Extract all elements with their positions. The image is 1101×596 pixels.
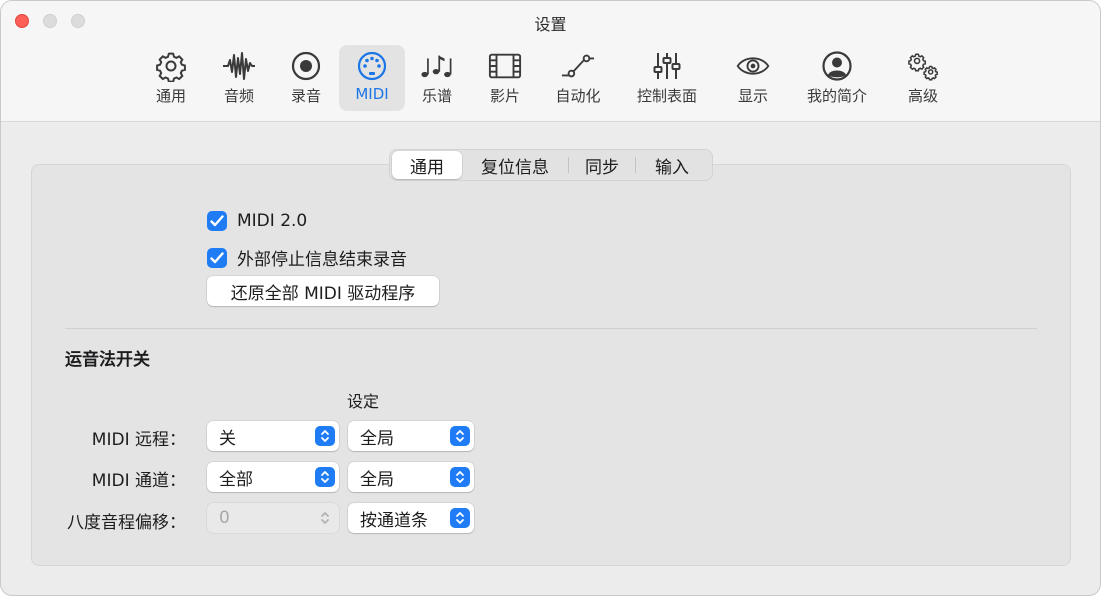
settings-window: 设置 通用 音频 录音 MIDI 乐谱 影片 自动化 控制表面 显示 我的简介 … <box>0 0 1101 596</box>
toolbar-label: 乐谱 <box>421 87 452 105</box>
midi-remote-setting-popup[interactable]: 全局 <box>348 421 474 451</box>
updown-chevron-icon <box>450 467 470 487</box>
waveform-icon <box>222 49 256 83</box>
updown-chevron-icon <box>315 426 335 446</box>
midi-channel-label: MIDI 通道： <box>91 471 186 491</box>
music-notes-icon <box>420 49 454 83</box>
eye-icon <box>736 49 770 83</box>
tab-sync[interactable]: 同步 <box>569 151 635 179</box>
midi2-checkbox[interactable] <box>207 211 227 231</box>
toolbar-label: 影片 <box>489 87 520 105</box>
external-stop-option[interactable]: 外部停止信息结束录音 <box>207 245 407 270</box>
toolbar-item-control-surfaces[interactable]: 控制表面 <box>631 45 703 111</box>
person-circle-icon <box>820 49 854 83</box>
midi-remote-popup[interactable]: 关 <box>207 421 339 451</box>
popup-value: 按通道条 <box>360 510 428 531</box>
toolbar-item-automation[interactable]: 自动化 <box>549 45 607 111</box>
popup-value: 全局 <box>360 469 394 490</box>
toolbar-item-audio[interactable]: 音频 <box>215 45 263 111</box>
window-title: 设置 <box>534 15 567 34</box>
gears-icon <box>906 49 940 83</box>
tab-input[interactable]: 输入 <box>636 151 708 179</box>
gear-icon <box>154 49 188 83</box>
midi-connector-icon <box>355 49 389 83</box>
midi-remote-label: MIDI 远程： <box>91 430 186 450</box>
toolbar-label: 通用 <box>155 87 186 105</box>
settings-toolbar: 通用 音频 录音 MIDI 乐谱 影片 自动化 控制表面 显示 我的简介 高级 <box>1 45 1100 111</box>
external-stop-label: 外部停止信息结束录音 <box>237 250 407 270</box>
updown-chevron-icon <box>450 426 470 446</box>
popup-value: 关 <box>219 428 236 449</box>
toolbar-label: 自动化 <box>555 87 601 105</box>
record-icon <box>289 49 323 83</box>
midi2-label: MIDI 2.0 <box>237 211 308 231</box>
automation-curve-icon <box>561 49 595 83</box>
toolbar-label: 高级 <box>907 87 938 105</box>
toolbar-label: 录音 <box>290 87 321 105</box>
toolbar-item-advanced[interactable]: 高级 <box>897 45 949 111</box>
octave-offset-label: 八度音程偏移： <box>67 513 186 533</box>
toolbar-label: 音频 <box>223 87 254 105</box>
midi-general-panel <box>31 164 1071 566</box>
octave-offset-setting-popup[interactable]: 按通道条 <box>348 503 474 533</box>
toolbar-label: MIDI <box>355 85 389 103</box>
updown-chevron-icon <box>315 467 335 487</box>
stepper-value: 0 <box>219 508 230 528</box>
film-icon <box>488 49 522 83</box>
toolbar-label: 我的简介 <box>806 87 867 105</box>
checkmark-icon <box>210 251 224 263</box>
toolbar-label: 控制表面 <box>636 87 697 105</box>
popup-value: 全部 <box>219 469 253 490</box>
setting-column-header: 设定 <box>347 392 380 411</box>
toolbar-item-display[interactable]: 显示 <box>729 45 777 111</box>
tab-general[interactable]: 通用 <box>392 151 462 179</box>
external-stop-checkbox[interactable] <box>207 247 227 268</box>
popup-value: 全局 <box>360 428 394 449</box>
toolbar-item-midi[interactable]: MIDI <box>339 45 405 111</box>
reset-midi-drivers-button[interactable]: 还原全部 MIDI 驱动程序 <box>207 276 439 306</box>
toolbar-label: 显示 <box>737 87 768 105</box>
titlebar: 设置 通用 音频 录音 MIDI 乐谱 影片 自动化 控制表面 显示 我的简介 … <box>1 1 1100 122</box>
section-divider <box>65 328 1037 329</box>
toolbar-item-my-info[interactable]: 我的简介 <box>801 45 873 111</box>
midi2-option[interactable]: MIDI 2.0 <box>207 211 307 231</box>
updown-chevron-icon <box>450 508 470 528</box>
checkmark-icon <box>210 215 224 227</box>
toolbar-item-score[interactable]: 乐谱 <box>413 45 461 111</box>
midi-channel-popup[interactable]: 全部 <box>207 462 339 492</box>
toolbar-item-movie[interactable]: 影片 <box>481 45 529 111</box>
octave-offset-stepper: 0 <box>207 503 339 533</box>
updown-chevron-icon <box>315 508 335 528</box>
toolbar-item-general[interactable]: 通用 <box>147 45 195 111</box>
midi-channel-setting-popup[interactable]: 全局 <box>348 462 474 492</box>
toolbar-item-recording[interactable]: 录音 <box>282 45 330 111</box>
midi-tab-bar: 通用 复位信息 同步 输入 <box>389 149 713 181</box>
tab-reset-messages[interactable]: 复位信息 <box>462 151 568 179</box>
sliders-icon <box>650 49 684 83</box>
articulation-switch-title: 运音法开关 <box>65 350 150 370</box>
